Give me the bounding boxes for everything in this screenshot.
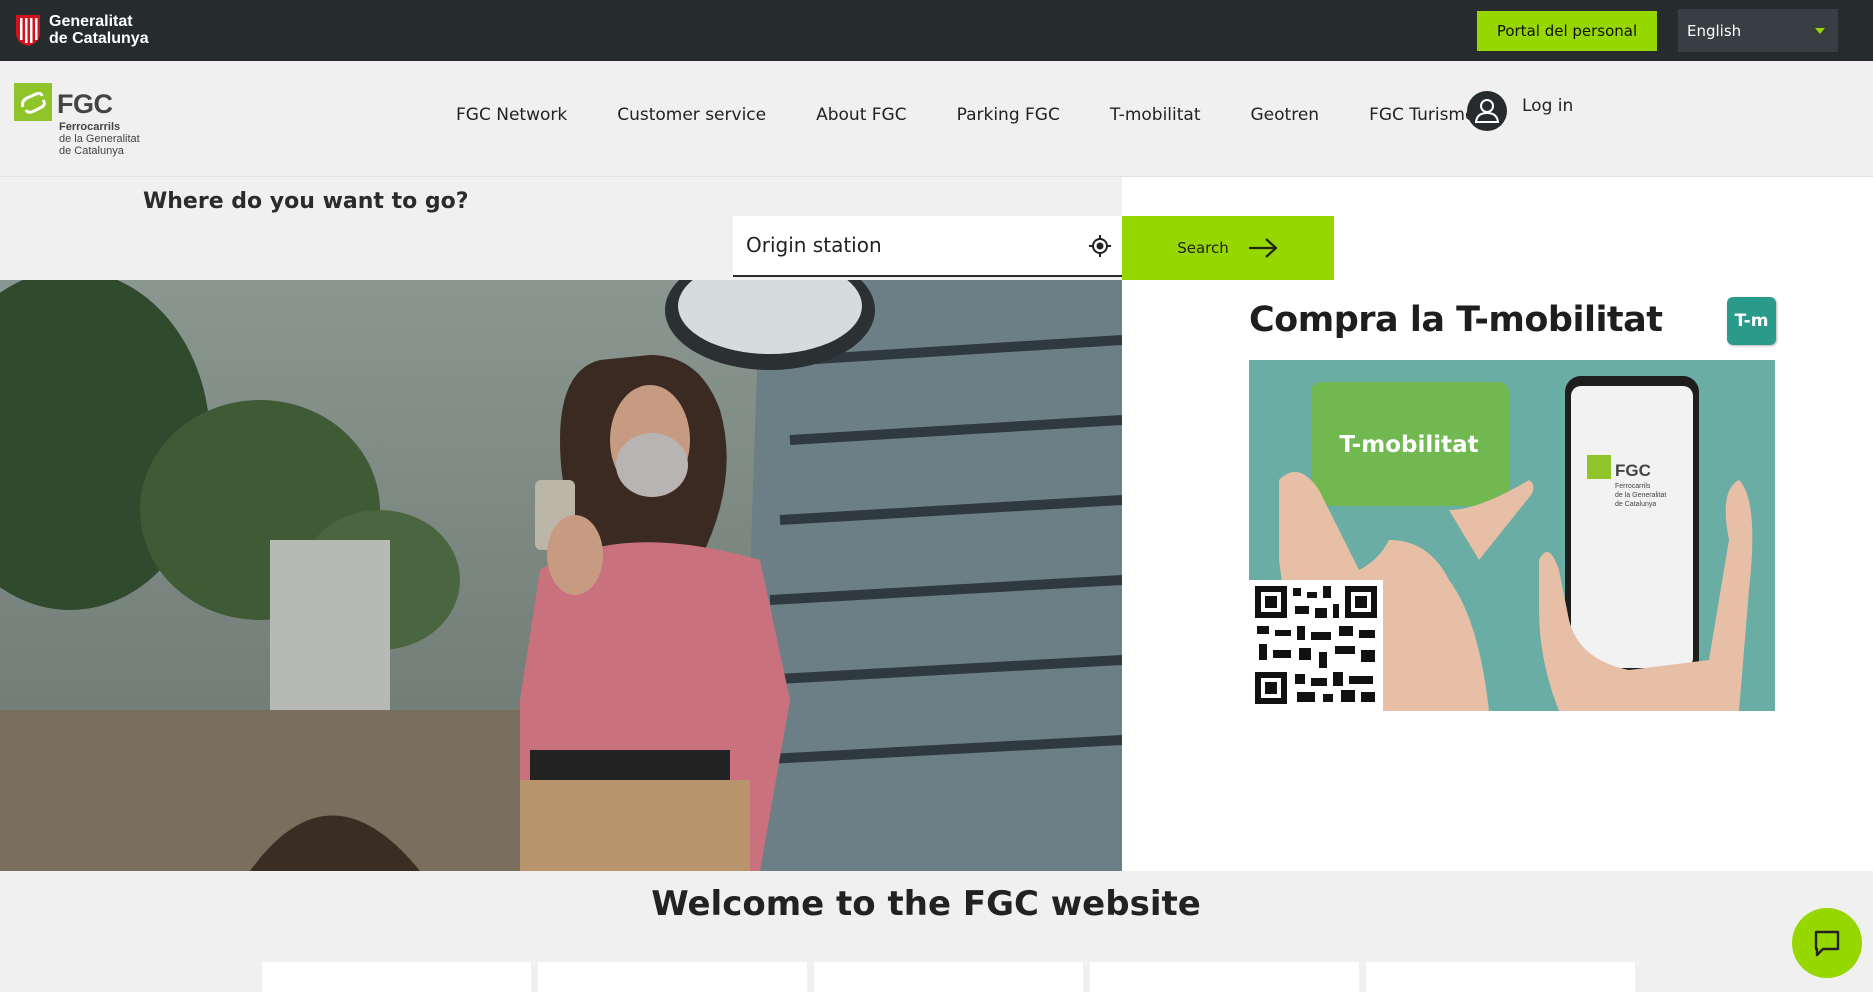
shortcut-card[interactable] xyxy=(1366,962,1635,992)
fgc-logo-sub1: Ferrocarrils xyxy=(59,121,121,133)
nav-customer-service[interactable]: Customer service xyxy=(617,105,766,125)
login-link[interactable]: Log in xyxy=(1467,91,1573,131)
chat-button[interactable] xyxy=(1792,908,1862,978)
main-nav: FGC Network Customer service About FGC P… xyxy=(456,105,1525,125)
origin-station-input[interactable] xyxy=(744,226,1068,264)
phone-logo-sub2: de la Generalitat xyxy=(1615,492,1666,499)
search-heading: Where do you want to go? xyxy=(143,189,469,214)
generalitat-line1: Generalitat xyxy=(49,13,133,30)
shortcut-card[interactable] xyxy=(1090,962,1359,992)
origin-field[interactable] xyxy=(733,216,1122,277)
search-panel: Where do you want to go? xyxy=(0,177,1122,280)
shortcut-card[interactable] xyxy=(262,962,531,992)
shortcut-card[interactable] xyxy=(814,962,1083,992)
phone-logo-sub1: Ferrocarrils xyxy=(1615,483,1651,490)
fgc-logo[interactable]: FGC Ferrocarrils de la Generalitat de Ca… xyxy=(14,81,154,161)
chat-icon xyxy=(1814,930,1840,957)
generalitat-logo[interactable]: Generalitat de Catalunya xyxy=(14,13,149,47)
nav-parking-fgc[interactable]: Parking FGC xyxy=(957,105,1060,125)
language-select[interactable]: English xyxy=(1678,9,1838,52)
login-label: Log in xyxy=(1522,96,1574,116)
top-bar: Generalitat de Catalunya Portal del pers… xyxy=(0,0,1873,61)
nav-fgc-network[interactable]: FGC Network xyxy=(456,105,567,125)
shortcut-cards xyxy=(262,962,1642,992)
user-icon xyxy=(1467,91,1507,131)
generalitat-logo-icon xyxy=(16,15,40,46)
phone-logo-name: FGC xyxy=(1615,461,1651,480)
nav-t-mobilitat[interactable]: T-mobilitat xyxy=(1110,105,1201,125)
shortcut-card[interactable] xyxy=(538,962,807,992)
fgc-logo-subtitle: Ferrocarrils de la Generalitat de Catalu… xyxy=(59,121,140,157)
arrow-right-icon xyxy=(1248,238,1278,258)
search-button[interactable]: Search xyxy=(1122,216,1334,280)
fgc-logo-name: FGC xyxy=(57,89,113,119)
nav-geotren[interactable]: Geotren xyxy=(1251,105,1320,125)
hero-photo xyxy=(0,280,1122,871)
generalitat-line2: de Catalunya xyxy=(49,30,149,47)
nav-fgc-turisme[interactable]: FGC Turisme xyxy=(1369,105,1475,125)
search-button-label: Search xyxy=(1177,239,1229,257)
fgc-logo-sub3: de Catalunya xyxy=(59,145,124,157)
caret-down-icon xyxy=(1815,28,1825,34)
location-target-icon[interactable] xyxy=(1088,234,1112,258)
fgc-logo-sub2: de la Generalitat xyxy=(59,133,140,145)
fgc-logo-mark-icon xyxy=(14,83,52,121)
t-mobilitat-badge[interactable]: T-m xyxy=(1727,297,1776,345)
main-header: FGC Ferrocarrils de la Generalitat de Ca… xyxy=(0,61,1873,177)
language-value: English xyxy=(1687,21,1742,40)
promo-title: Compra la T-mobilitat xyxy=(1249,300,1663,340)
generalitat-name: Generalitat de Catalunya xyxy=(49,13,149,47)
t-mobilitat-promo-image[interactable]: T-mobilitat FGC Ferrocarrils de la Gener… xyxy=(1249,360,1775,711)
welcome-title: Welcome to the FGC website xyxy=(651,884,1201,924)
nav-about-fgc[interactable]: About FGC xyxy=(816,105,907,125)
phone-logo-sub3: de Catalunya xyxy=(1615,501,1656,508)
promo-card-text: T-mobilitat xyxy=(1339,432,1478,458)
portal-personal-button[interactable]: Portal del personal xyxy=(1477,11,1657,51)
